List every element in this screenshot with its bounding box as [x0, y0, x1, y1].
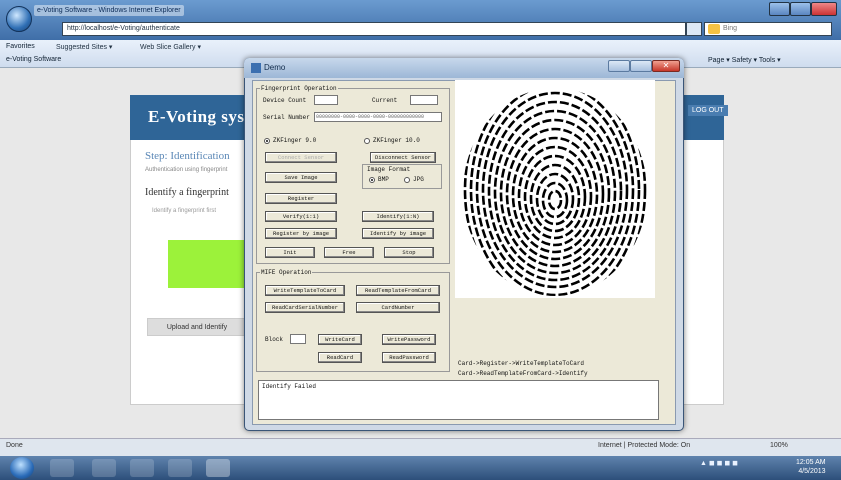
- step-heading: Step: Identification: [145, 150, 230, 162]
- register-by-image-button[interactable]: Register by image: [265, 228, 337, 239]
- bmp-label: BMP: [378, 176, 389, 183]
- suggested-sites-link[interactable]: Suggested Sites ▾: [56, 43, 112, 51]
- init-button[interactable]: Init: [265, 247, 315, 258]
- status-text: Done: [6, 442, 23, 449]
- start-button[interactable]: [10, 457, 34, 479]
- explorer-taskbar-icon[interactable]: [92, 459, 116, 477]
- result-text: Identify Failed: [262, 383, 317, 390]
- browser-status-bar: [0, 438, 841, 456]
- stop-button[interactable]: Stop: [384, 247, 434, 258]
- web-slice-gallery-link[interactable]: Web Slice Gallery ▾: [140, 43, 201, 51]
- read-password-button[interactable]: ReadPassword: [382, 352, 436, 363]
- jpg-label: JPG: [413, 176, 424, 183]
- device-count-label: Device Count: [263, 97, 307, 104]
- save-image-button[interactable]: Save Image: [265, 172, 337, 183]
- step-subtitle: Authentication using fingerprint: [145, 167, 228, 173]
- maximize-button[interactable]: [790, 2, 811, 16]
- demo-taskbar-icon[interactable]: [206, 459, 230, 477]
- app-icon: [251, 63, 261, 73]
- page-tab[interactable]: e-Voting Software: [6, 56, 176, 63]
- zoom-level[interactable]: 100%: [770, 442, 788, 449]
- address-bar[interactable]: http://localhost/e-Voting/authenticate: [62, 22, 686, 36]
- hint-line-1: Card->Register->WriteTemplateToCard: [458, 360, 585, 367]
- fingerprint-status-box: [168, 240, 246, 288]
- minimize-button[interactable]: [769, 2, 790, 16]
- identify-heading: Identify a fingerprint: [145, 187, 229, 198]
- clock-time: 12:05 AM: [796, 459, 826, 466]
- favorites-button[interactable]: Favorites: [6, 43, 35, 50]
- refresh-button[interactable]: [686, 22, 702, 36]
- mife-group-label: MIFE Operation: [260, 269, 313, 276]
- read-card-button[interactable]: ReadCard: [318, 352, 362, 363]
- current-label: Current: [372, 97, 398, 104]
- upload-identify-button[interactable]: Upload and Identify: [147, 318, 247, 336]
- block-field[interactable]: [290, 334, 306, 344]
- close-button[interactable]: [811, 2, 837, 16]
- write-template-to-card-button[interactable]: WriteTemplateToCard: [265, 285, 345, 296]
- device-count-field[interactable]: [314, 95, 338, 105]
- serial-number-label: Serial Number: [263, 114, 310, 121]
- fingerprint-image: [455, 80, 655, 298]
- media-player-taskbar-icon[interactable]: [130, 459, 154, 477]
- zkfinger9-radio[interactable]: [264, 138, 270, 144]
- block-label: Block: [265, 336, 284, 343]
- ie-taskbar-icon[interactable]: [50, 459, 74, 477]
- zkfinger9-label: ZKFinger 9.0: [273, 137, 317, 144]
- read-template-from-card-button[interactable]: ReadTemplateFromCard: [356, 285, 440, 296]
- identify-subtitle: Identify a fingerprint first: [152, 208, 217, 214]
- register-button[interactable]: Register: [265, 193, 337, 204]
- fingerprint-group-label: Fingerprint Operation: [260, 85, 338, 92]
- serial-number-field[interactable]: 00000000-0000-0000-0000-000000000000: [314, 112, 442, 122]
- zkfinger10-label: ZKFinger 10.0: [373, 137, 420, 144]
- logout-button[interactable]: LOG OUT: [688, 105, 728, 116]
- verify-button[interactable]: Verify(1:1): [265, 211, 337, 222]
- zkfinger10-radio[interactable]: [364, 138, 370, 144]
- browser-window-title: e-Voting Software - Windows Internet Exp…: [34, 5, 184, 16]
- identify-button[interactable]: Identify(1:N): [362, 211, 434, 222]
- clock[interactable]: 12:05 AM 4/5/2013: [796, 458, 826, 476]
- back-button[interactable]: [6, 6, 32, 32]
- hint-line-2: Card->ReadTemplateFromCard->Identify: [458, 370, 588, 377]
- bmp-radio[interactable]: [369, 177, 375, 183]
- demo-title: Demo: [264, 63, 286, 72]
- search-input[interactable]: Bing: [704, 22, 832, 36]
- read-card-serial-button[interactable]: ReadCardSerialNumber: [265, 302, 345, 313]
- demo-close-button[interactable]: ✕: [652, 60, 680, 72]
- clock-date: 4/5/2013: [798, 468, 826, 475]
- demo-minimize-button[interactable]: [608, 60, 630, 72]
- write-password-button[interactable]: WritePassword: [382, 334, 436, 345]
- identify-by-image-button[interactable]: Identify by image: [362, 228, 434, 239]
- search-provider-icon: [708, 24, 720, 34]
- demo-maximize-button[interactable]: [630, 60, 652, 72]
- system-tray[interactable]: ▲ ◼ ◼ ◼ ◼: [700, 459, 738, 467]
- security-zone: Internet | Protected Mode: On: [598, 442, 691, 449]
- write-card-button[interactable]: WriteCard: [318, 334, 362, 345]
- current-field[interactable]: [410, 95, 438, 105]
- disconnect-sensor-button[interactable]: Disconnect Sensor: [370, 152, 436, 163]
- image-format-label: Image Format: [367, 166, 411, 173]
- card-number-button[interactable]: CardNumber: [356, 302, 440, 313]
- command-bar[interactable]: Page ▾ Safety ▾ Tools ▾: [708, 56, 781, 64]
- jpg-radio[interactable]: [404, 177, 410, 183]
- result-output[interactable]: Identify Failed: [258, 380, 659, 420]
- connect-sensor-button[interactable]: Connect Sensor: [265, 152, 337, 163]
- messenger-taskbar-icon[interactable]: [168, 459, 192, 477]
- free-button[interactable]: Free: [324, 247, 374, 258]
